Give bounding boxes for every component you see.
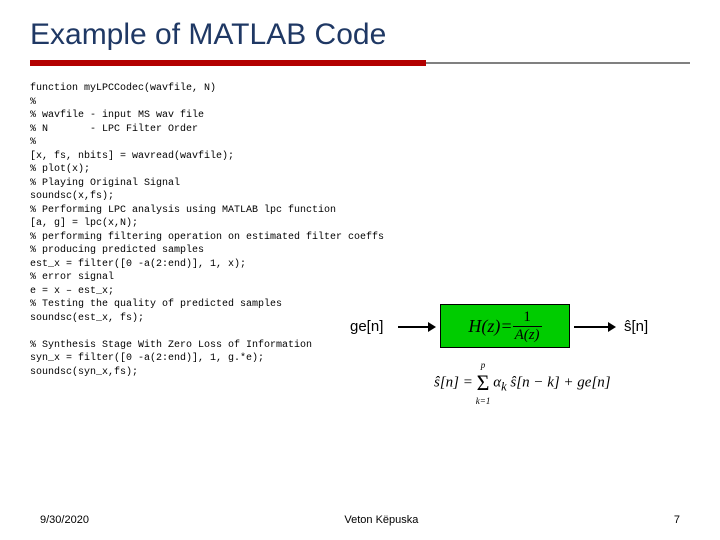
equation: ŝ[n] = p Σ k=1 αk ŝ[n − k] + ge[n] bbox=[434, 370, 611, 396]
sigma: p Σ k=1 bbox=[477, 370, 490, 396]
frac-den: A(z) bbox=[513, 326, 542, 343]
output-label: ŝ[n] bbox=[624, 318, 648, 335]
footer-author: Veton Këpuska bbox=[344, 514, 418, 526]
transfer-box: H(z)= 1 A(z) bbox=[440, 304, 570, 348]
arrow-out bbox=[574, 326, 614, 328]
block-diagram: ge[n] H(z)= 1 A(z) ŝ[n] ŝ[n] = p Σ k=1 α… bbox=[350, 304, 710, 424]
box-fraction: 1 A(z) bbox=[513, 310, 542, 343]
eq-alpha: α bbox=[493, 374, 501, 390]
eq-rest: ŝ[n − k] + ge[n] bbox=[507, 374, 611, 390]
title-rule bbox=[30, 60, 690, 66]
box-lhs: H(z)= bbox=[468, 316, 512, 337]
eq-lhs: ŝ[n] = bbox=[434, 374, 477, 390]
input-label: ge[n] bbox=[350, 318, 383, 335]
frac-num: 1 bbox=[521, 310, 533, 326]
sigma-top: p bbox=[481, 360, 486, 370]
slide-content: function myLPCCodec(wavfile, N) % % wavf… bbox=[0, 76, 720, 379]
slide-title: Example of MATLAB Code bbox=[0, 0, 720, 60]
footer-date: 9/30/2020 bbox=[40, 514, 89, 526]
footer: 9/30/2020 Veton Këpuska 7 bbox=[0, 514, 720, 526]
arrow-in bbox=[398, 326, 434, 328]
sigma-bottom: k=1 bbox=[476, 396, 491, 406]
footer-page: 7 bbox=[674, 514, 680, 526]
